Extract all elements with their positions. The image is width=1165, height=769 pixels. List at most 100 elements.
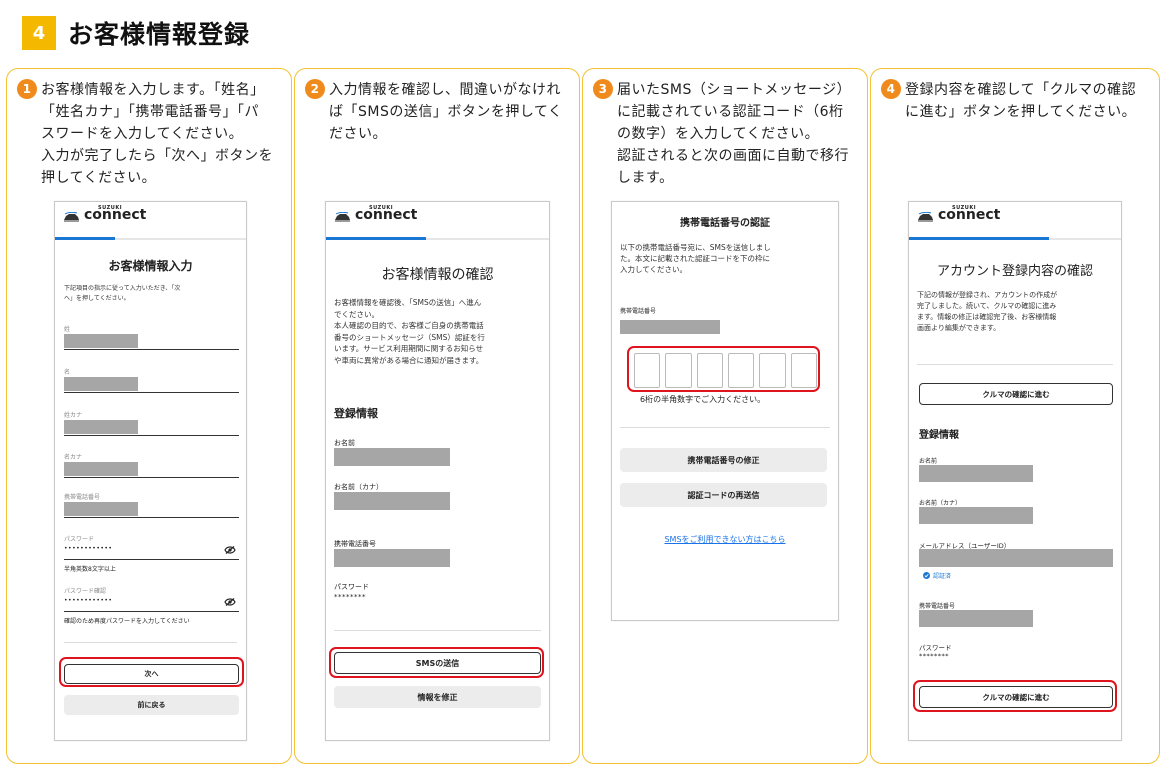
intro-text: 下記項目の指示に従って入力いただき、「次 へ」を押してください。	[64, 284, 240, 304]
intro-text: お客様情報を確認後、「SMSの送信」へ進ん でください。 本人確認の目的で、お客…	[334, 297, 543, 366]
progress-bar	[326, 237, 426, 240]
intro-line: います。サービス利用期間に関するお知らせ	[334, 344, 484, 353]
password-label: パスワード	[334, 583, 369, 591]
field-label: パスワード	[64, 536, 95, 543]
intro-text: 下記の情報が登録され、アカウントの作成が 完了しました。続いて、クルマの確認に進…	[917, 290, 1115, 334]
password-label: パスワード	[919, 644, 952, 652]
page-title: お客様情報の確認	[381, 267, 494, 283]
step-text: 「姓名カナ」「携帯電話番号」「パ	[41, 104, 259, 120]
step-number-badge: 1	[17, 79, 37, 99]
step-text: 入力が完了したら「次へ」ボタンを	[41, 148, 273, 164]
step-text: ば「SMSの送信」ボタンを押してく	[329, 104, 563, 120]
step-text: します。	[617, 170, 674, 186]
step-text: 認証されると次の画面に自動で移行	[617, 148, 849, 164]
password-value: ********	[919, 652, 949, 660]
divider	[917, 364, 1113, 365]
phone-number-field[interactable]: 携帯電話番号	[64, 492, 239, 518]
proceed-to-car-button[interactable]: クルマの確認に進む	[919, 383, 1113, 405]
fix-phone-button[interactable]: 携帯電話番号の修正	[620, 448, 827, 472]
eye-off-icon[interactable]	[224, 546, 236, 554]
field-underline	[64, 517, 239, 518]
resend-code-button[interactable]: 認証コードの再送信	[620, 483, 827, 507]
eye-off-icon[interactable]	[224, 598, 236, 606]
divider	[64, 642, 237, 643]
phone-screen-account-confirm: SUZUKI connect アカウント登録内容の確認 下記の情報が登録され、アカ…	[908, 201, 1122, 741]
intro-line: でください。	[334, 309, 379, 319]
intro-line: 下記の情報が登録され、アカウントの作成が	[917, 291, 1058, 299]
step-text: に進む」ボタンを押してください。	[905, 104, 1137, 120]
masked-value	[64, 502, 138, 516]
masked-kana	[334, 492, 450, 510]
password-confirm-field[interactable]: パスワード確認 ••••••••••••	[64, 586, 239, 612]
password-dots: ••••••••••••	[64, 545, 113, 552]
field-underline	[64, 477, 239, 478]
password-field[interactable]: パスワード ••••••••••••	[64, 534, 239, 560]
back-button[interactable]: 前に戻る	[64, 695, 239, 715]
highlight-proceed-button	[913, 680, 1117, 712]
name-label: お名前	[334, 439, 355, 447]
field-underline	[64, 392, 239, 393]
car-icon	[335, 212, 350, 222]
verified-text: 認証済	[933, 573, 952, 580]
field-underline	[64, 435, 239, 436]
field-underline	[64, 349, 239, 350]
step-number-badge: 3	[593, 79, 613, 99]
section-title: お客様情報登録	[68, 20, 251, 49]
app-header: SUZUKI connect	[909, 202, 1121, 240]
last-name-kana-field[interactable]: 姓カナ	[64, 410, 239, 436]
intro-line: 画面より編集ができます。	[917, 324, 1001, 332]
intro-line: お客様情報を確認後、「SMSの送信」へ進ん	[334, 298, 482, 307]
section-label: 登録情報	[334, 407, 378, 420]
intro-line: た。本文に記載された認証コードを下の枠に	[620, 254, 770, 263]
step-text: 登録内容を確認して「クルマの確認	[905, 82, 1137, 98]
step-number-badge: 2	[305, 79, 325, 99]
masked-phone	[919, 610, 1033, 627]
step-panel-3: 3 届いたSMS（ショートメッセージ） に記載されている認証コード（6桁 の数字）…	[582, 68, 868, 764]
page-title: お客様情報入力	[108, 259, 193, 273]
step-description-4: 4 登録内容を確認して「クルマの確認 に進む」ボタンを押してください。	[881, 79, 1151, 123]
highlight-code-input	[627, 346, 820, 392]
password-hint: 半角英数8文字以上	[64, 566, 116, 573]
field-label: パスワード確認	[64, 588, 107, 595]
check-circle-icon	[923, 572, 930, 579]
step-text: お客様情報を入力します。「姓名」	[41, 82, 265, 98]
field-underline	[64, 559, 239, 560]
password-confirm-hint: 確認のため再度パスワードを入力してください	[64, 618, 190, 625]
intro-line: や車両に異常がある場合に通知が届きます。	[334, 355, 484, 365]
step-panel-1: 1 お客様情報を入力します。「姓名」 「姓名カナ」「携帯電話番号」「パ スワードを…	[6, 68, 292, 764]
step-text: スワードを入力してください。	[41, 126, 244, 142]
progress-bar	[55, 237, 115, 240]
first-name-kana-field[interactable]: 名カナ	[64, 452, 239, 478]
intro-text: 以下の携帯電話番号宛に、SMSを送信しまし た。本文に記載された認証コードを下の…	[620, 242, 832, 275]
brand-maker: SUZUKI	[369, 205, 394, 211]
section-number-badge: 4	[22, 16, 56, 50]
car-icon	[64, 212, 79, 222]
masked-value	[64, 334, 138, 348]
car-icon	[918, 212, 933, 222]
highlight-send-sms-button	[329, 647, 544, 678]
brand-maker: SUZUKI	[952, 205, 977, 211]
brand-logo: SUZUKI connect	[63, 205, 146, 222]
brand-maker: SUZUKI	[98, 205, 123, 211]
step-text: ださい。	[329, 126, 387, 142]
divider	[334, 630, 541, 631]
sms-unavailable-link[interactable]: SMSをご利用できない方はこちら	[612, 534, 838, 545]
brand-logo: SUZUKI connect	[917, 205, 1000, 222]
field-label: 名カナ	[64, 454, 83, 461]
edit-info-button[interactable]: 情報を修正	[334, 686, 541, 708]
first-name-field[interactable]: 名	[64, 367, 239, 393]
field-label: 姓	[64, 326, 71, 333]
password-value: ********	[334, 593, 366, 601]
phone-label: 携帯電話番号	[620, 308, 657, 315]
masked-email	[919, 549, 1113, 567]
password-dots: ••••••••••••	[64, 597, 113, 604]
masked-value	[64, 462, 138, 476]
progress-bar	[909, 237, 1049, 240]
step-text: に記載されている認証コード（6桁	[617, 104, 844, 120]
step-text: の数字）を入力してください。	[617, 126, 820, 142]
step-panel-4: 4 登録内容を確認して「クルマの確認 に進む」ボタンを押してください。 SUZUK…	[870, 68, 1160, 764]
kana-label: お名前（カナ）	[334, 483, 383, 491]
intro-line: 番号のショートメッセージ（SMS）認証を行	[334, 332, 485, 342]
masked-phone	[334, 549, 450, 567]
last-name-field[interactable]: 姓	[64, 324, 239, 350]
